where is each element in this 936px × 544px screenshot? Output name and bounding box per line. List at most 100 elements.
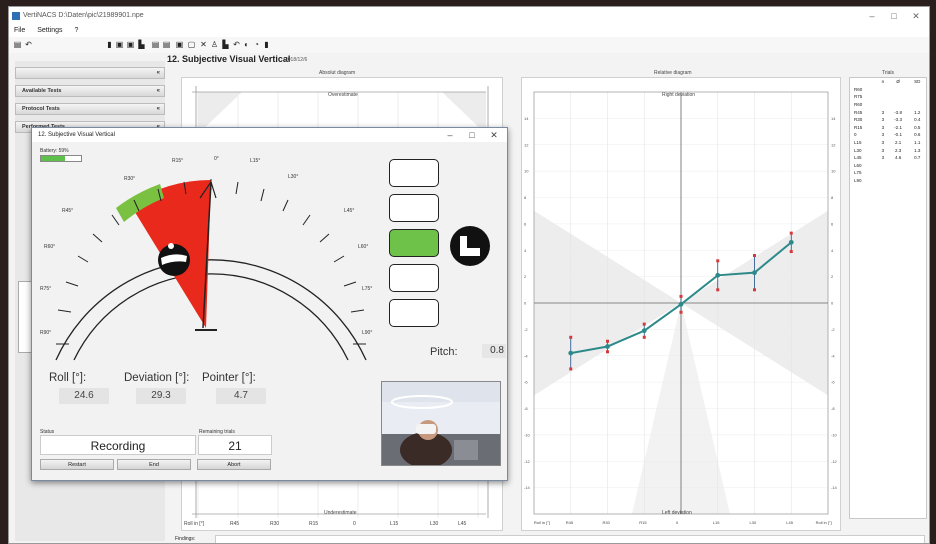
table-cell bbox=[888, 177, 909, 185]
pitch-value: 0.8 bbox=[482, 344, 506, 358]
table-row: L45 3 4.6 0.7 bbox=[850, 154, 926, 162]
info-icon[interactable]: ◐ bbox=[242, 40, 251, 49]
roll-label: Roll [°]: bbox=[49, 372, 87, 384]
table-cell bbox=[888, 86, 909, 94]
document-icon[interactable]: ▤ bbox=[151, 40, 160, 49]
print-preview-icon[interactable]: ▣ bbox=[175, 40, 184, 49]
data-point bbox=[678, 301, 684, 307]
save-as-icon[interactable]: ▣ bbox=[115, 40, 124, 49]
trial-marker bbox=[753, 288, 756, 292]
tools-icon[interactable]: ✕ bbox=[199, 40, 208, 49]
dialog-maximize-button[interactable]: □ bbox=[461, 128, 483, 142]
dial-label: R45° bbox=[62, 208, 73, 214]
close-button[interactable]: ✕ bbox=[907, 7, 925, 25]
tilt-button-2[interactable] bbox=[389, 194, 439, 222]
trial-marker bbox=[753, 254, 756, 258]
print-icon[interactable]: ▣ bbox=[126, 40, 135, 49]
tilt-button-5[interactable] bbox=[389, 299, 439, 327]
table-cell: R75 bbox=[854, 94, 863, 100]
dialog-close-button[interactable]: ✕ bbox=[483, 128, 505, 142]
save-icon[interactable]: ↶ bbox=[24, 40, 33, 49]
table-cell bbox=[888, 101, 909, 109]
data-point bbox=[752, 270, 757, 276]
findings-input[interactable] bbox=[215, 535, 925, 543]
trial-marker bbox=[716, 259, 720, 263]
dial-label: R90° bbox=[40, 330, 51, 336]
y-tick-label: -6 bbox=[524, 380, 528, 385]
minimize-button[interactable]: – bbox=[863, 7, 881, 25]
x-tick-label: R15 bbox=[639, 520, 647, 525]
relative-diagram-title: Relative diagram bbox=[654, 70, 692, 76]
table-cell bbox=[908, 177, 926, 185]
deviation-label: Deviation [°]: bbox=[124, 372, 190, 384]
trial-marker bbox=[679, 310, 683, 314]
table-row: L15 3 2.1 1.1 bbox=[850, 139, 926, 147]
exit-icon[interactable]: ▮ bbox=[262, 40, 271, 49]
dial-label: R75° bbox=[40, 286, 51, 292]
x-tick: R45 bbox=[230, 521, 240, 527]
findings-label: Findings: bbox=[175, 536, 196, 542]
menu-file[interactable]: File bbox=[9, 25, 30, 37]
y-tick-label: 8 bbox=[831, 195, 834, 200]
chevron-icon: « bbox=[156, 106, 160, 112]
x-tick: L30 bbox=[430, 521, 439, 527]
dial-label: L75° bbox=[362, 286, 372, 292]
dial-label: L30° bbox=[288, 174, 298, 180]
x-tick-label: Roll in [°] bbox=[534, 520, 550, 525]
x-tick-label: L30 bbox=[750, 520, 757, 525]
table-cell bbox=[908, 169, 926, 177]
dial-label: L45° bbox=[344, 208, 354, 214]
table-row: R30 3 -3.3 0.4 bbox=[850, 116, 926, 124]
table-row: 0 3 -0.1 0.6 bbox=[850, 131, 926, 139]
user-icon[interactable]: ▮ bbox=[105, 40, 114, 49]
x-tick: R15 bbox=[309, 521, 319, 527]
settings-icon[interactable]: ♙ bbox=[210, 40, 219, 49]
roll-dial: 0° R15° R30° R45° R60° R75° R90° L15° L3… bbox=[40, 156, 372, 361]
table-cell: R15 bbox=[854, 124, 863, 130]
restart-button[interactable]: Restart bbox=[40, 459, 114, 470]
sidebar-item-blank[interactable]: « bbox=[15, 67, 165, 79]
sidebar-item-protocol-tests[interactable]: Protocol Tests « bbox=[15, 103, 165, 115]
abort-button[interactable]: Abort bbox=[197, 459, 271, 470]
tilt-button-4[interactable] bbox=[389, 264, 439, 292]
end-button[interactable]: End bbox=[117, 459, 191, 470]
tilt-button-3-active[interactable] bbox=[389, 229, 439, 257]
menu-help[interactable]: ? bbox=[69, 25, 83, 37]
table-row: L75 bbox=[850, 169, 926, 177]
data-point bbox=[641, 328, 647, 334]
y-tick-label: -10 bbox=[524, 432, 531, 437]
undo-icon[interactable]: ↶ bbox=[232, 40, 241, 49]
y-tick-label: -14 bbox=[524, 485, 531, 490]
chevron-icon: « bbox=[156, 70, 160, 76]
table-cell: 0.7 bbox=[914, 155, 921, 161]
graph-icon[interactable]: ▙ bbox=[221, 40, 230, 49]
x-tick-label: Roll in [°] bbox=[816, 520, 832, 525]
table-cell: -3.8 bbox=[894, 109, 902, 115]
header-cell: SD bbox=[914, 79, 921, 85]
table-cell bbox=[908, 93, 926, 101]
table-cell bbox=[878, 177, 888, 185]
table-cell: 1.2 bbox=[914, 109, 921, 115]
maximize-button[interactable]: □ bbox=[885, 7, 903, 25]
tilt-button-1[interactable] bbox=[389, 159, 439, 187]
page-icon[interactable]: ▢ bbox=[187, 40, 196, 49]
svv-dialog: 12. Subjective Visual Vertical – □ ✕ Bat… bbox=[31, 127, 508, 481]
findings-row: Findings: bbox=[175, 534, 925, 543]
trial-marker bbox=[716, 288, 720, 292]
y-tick-label: 8 bbox=[524, 195, 527, 200]
copy-icon[interactable]: ▙ bbox=[137, 40, 146, 49]
table-row: R60 bbox=[850, 101, 926, 109]
help-icon[interactable]: ◔ bbox=[252, 40, 261, 49]
table-cell: -3.3 bbox=[894, 117, 902, 123]
menu-settings[interactable]: Settings bbox=[32, 25, 67, 37]
chart-icon[interactable]: ▤ bbox=[162, 40, 171, 49]
trials-table: n Ø SD R60 R75 R60 R45 3 -3.8 1.2 R30 3 -3.3 0.4 R1… bbox=[850, 78, 926, 184]
open-icon[interactable]: ▤ bbox=[13, 40, 22, 49]
x-tick: Roll in [°] bbox=[184, 521, 205, 527]
dialog-minimize-button[interactable]: – bbox=[439, 128, 461, 142]
y-tick-label: -2 bbox=[831, 327, 835, 332]
sidebar-item-available-tests[interactable]: Available Tests « bbox=[15, 85, 165, 97]
trial-marker bbox=[679, 294, 683, 298]
deviation-value: 29.3 bbox=[136, 388, 186, 404]
sidebar-item-label: Protocol Tests bbox=[22, 106, 60, 112]
